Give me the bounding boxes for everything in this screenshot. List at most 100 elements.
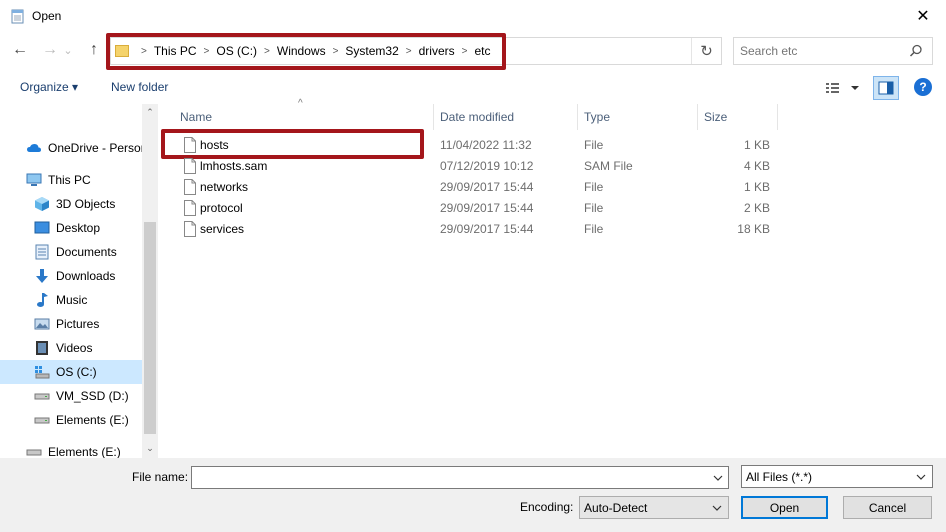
cancel-button[interactable]: Cancel bbox=[843, 496, 932, 519]
documents-icon bbox=[34, 244, 50, 260]
sidebar-item-onedrive[interactable]: OneDrive - Personal bbox=[0, 136, 142, 160]
chevron-down-icon bbox=[916, 474, 926, 480]
file-name: hosts bbox=[200, 138, 229, 152]
back-button[interactable]: ← bbox=[10, 40, 30, 60]
breadcrumb-separator[interactable]: > bbox=[329, 46, 343, 57]
sidebar-item-vm-ssd[interactable]: VM_SSD (D:) bbox=[0, 384, 142, 408]
encoding-select[interactable]: Auto-Detect bbox=[579, 496, 729, 519]
download-icon bbox=[34, 268, 50, 284]
sidebar-item-desktop[interactable]: Desktop bbox=[0, 216, 142, 240]
column-header-type[interactable]: Type bbox=[578, 104, 698, 130]
file-date: 29/09/2017 15:44 bbox=[440, 201, 534, 215]
navigation-bar: ← → ⌄ ↑ > This PC > OS (C:) > Windows > … bbox=[0, 32, 946, 70]
sidebar-item-this-pc[interactable]: This PC bbox=[0, 168, 142, 192]
sidebar-item-label: Pictures bbox=[56, 317, 100, 331]
sidebar-item-label: Videos bbox=[56, 341, 93, 355]
file-date: 07/12/2019 10:12 bbox=[440, 159, 534, 173]
column-header-size[interactable]: Size bbox=[698, 104, 778, 130]
new-folder-button[interactable]: New folder bbox=[111, 80, 168, 94]
sidebar-item-os-c[interactable]: OS (C:) bbox=[0, 360, 142, 384]
file-row-services[interactable]: services 29/09/2017 15:44 File 18 KB bbox=[170, 219, 776, 240]
preview-pane-button[interactable] bbox=[873, 76, 899, 100]
scroll-down-icon[interactable]: ⌄ bbox=[142, 440, 158, 456]
organize-button[interactable]: Organize ▾ bbox=[20, 80, 78, 94]
sidebar-item-music[interactable]: Music bbox=[0, 288, 142, 312]
breadcrumb-etc[interactable]: etc bbox=[471, 44, 493, 58]
file-row-networks[interactable]: networks 29/09/2017 15:44 File 1 KB bbox=[170, 177, 776, 198]
recent-locations-button[interactable]: ⌄ bbox=[62, 40, 74, 60]
window-title: Open bbox=[32, 9, 62, 23]
sidebar-item-downloads[interactable]: Downloads bbox=[0, 264, 142, 288]
column-header-name[interactable]: Name bbox=[170, 104, 434, 130]
file-date: 11/04/2022 11:32 bbox=[440, 138, 532, 152]
computer-icon bbox=[26, 172, 42, 188]
music-icon bbox=[34, 292, 50, 308]
file-type: File bbox=[584, 201, 604, 215]
sidebar-item-3d-objects[interactable]: 3D Objects bbox=[0, 192, 142, 216]
encoding-label: Encoding: bbox=[520, 500, 574, 514]
file-row-protocol[interactable]: protocol 29/09/2017 15:44 File 2 KB bbox=[170, 198, 776, 219]
sidebar-item-label: OneDrive - Personal bbox=[48, 141, 142, 155]
arrow-up-icon: ↑ bbox=[90, 41, 98, 58]
close-icon: ✕ bbox=[916, 8, 930, 25]
filename-label: File name: bbox=[132, 470, 189, 484]
chevron-down-icon bbox=[713, 475, 723, 481]
help-button[interactable]: ? bbox=[914, 78, 932, 96]
file-icon bbox=[184, 137, 196, 153]
help-icon: ? bbox=[919, 80, 927, 94]
breadcrumb-drivers[interactable]: drivers bbox=[416, 44, 458, 58]
breadcrumb-separator[interactable]: > bbox=[458, 46, 472, 57]
breadcrumb-windows[interactable]: Windows bbox=[274, 44, 329, 58]
file-type-filter-value: All Files (*.*) bbox=[746, 469, 813, 484]
forward-button[interactable]: → bbox=[40, 40, 60, 60]
sidebar-item-documents[interactable]: Documents bbox=[0, 240, 142, 264]
sidebar-item-label: This PC bbox=[48, 173, 91, 187]
address-bar[interactable]: > This PC > OS (C:) > Windows > System32… bbox=[110, 37, 722, 65]
refresh-button[interactable]: ↻ bbox=[691, 38, 721, 64]
file-size: 18 KB bbox=[737, 222, 770, 236]
sidebar-item-label: OS (C:) bbox=[56, 365, 97, 379]
sidebar-item-label: Downloads bbox=[56, 269, 116, 283]
file-name: lmhosts.sam bbox=[200, 159, 268, 173]
search-input[interactable] bbox=[740, 39, 910, 63]
navigation-pane: OneDrive - Personal This PC 3D Objects D… bbox=[0, 104, 158, 458]
file-icon bbox=[184, 179, 196, 195]
up-button[interactable]: ↑ bbox=[84, 40, 104, 60]
search-box[interactable] bbox=[733, 37, 933, 65]
file-type: File bbox=[584, 222, 604, 236]
scroll-up-icon[interactable]: ⌃ bbox=[142, 104, 158, 120]
sidebar-item-elements-e[interactable]: Elements (E:) bbox=[0, 408, 142, 432]
breadcrumb-separator[interactable]: > bbox=[402, 46, 416, 57]
breadcrumb-separator[interactable]: > bbox=[260, 46, 274, 57]
close-button[interactable]: ✕ bbox=[900, 0, 946, 32]
encoding-value: Auto-Detect bbox=[584, 500, 648, 515]
arrow-left-icon: ← bbox=[12, 41, 28, 58]
folder-icon bbox=[115, 45, 129, 57]
file-list: ^ Name Date modified Type Size hosts 11/… bbox=[160, 98, 946, 458]
sidebar-item-label: 3D Objects bbox=[56, 197, 116, 211]
file-icon bbox=[184, 200, 196, 216]
column-header-date[interactable]: Date modified bbox=[434, 104, 578, 130]
filename-input[interactable] bbox=[196, 468, 706, 487]
open-button[interactable]: Open bbox=[741, 496, 828, 519]
sidebar-item-videos[interactable]: Videos bbox=[0, 336, 142, 360]
breadcrumb-this-pc[interactable]: This PC bbox=[151, 44, 200, 58]
file-type: File bbox=[584, 138, 604, 152]
breadcrumb-separator[interactable]: > bbox=[200, 46, 214, 57]
sidebar-scrollbar[interactable]: ⌃ ⌄ bbox=[142, 104, 158, 458]
filename-combobox[interactable] bbox=[191, 466, 729, 489]
breadcrumb-system32[interactable]: System32 bbox=[342, 44, 401, 58]
filename-dropdown-button[interactable] bbox=[708, 467, 728, 488]
scrollbar-thumb[interactable] bbox=[144, 222, 156, 434]
sidebar-item-elements-e-root[interactable]: Elements (E:) bbox=[0, 440, 142, 458]
file-type-filter[interactable]: All Files (*.*) bbox=[741, 465, 933, 488]
sidebar-item-label: VM_SSD (D:) bbox=[56, 389, 129, 403]
file-row-lmhosts[interactable]: lmhosts.sam 07/12/2019 10:12 SAM File 4 … bbox=[170, 156, 776, 177]
sidebar-item-pictures[interactable]: Pictures bbox=[0, 312, 142, 336]
file-row-hosts[interactable]: hosts 11/04/2022 11:32 File 1 KB bbox=[170, 135, 776, 156]
desktop-icon bbox=[34, 220, 50, 236]
breadcrumb-os-c[interactable]: OS (C:) bbox=[213, 44, 260, 58]
cube-icon bbox=[34, 196, 50, 212]
cloud-icon bbox=[26, 140, 42, 156]
change-view-button[interactable] bbox=[822, 77, 862, 99]
